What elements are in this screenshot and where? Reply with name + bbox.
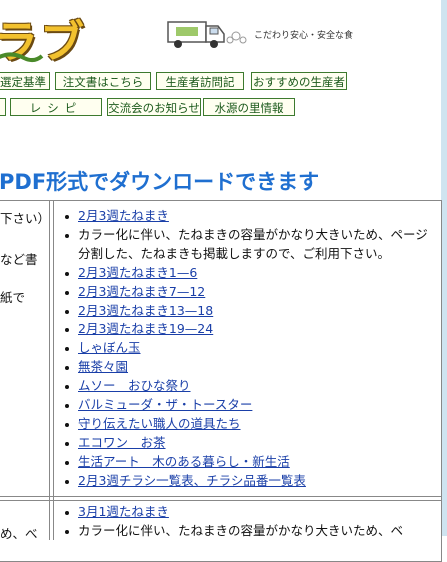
download-link[interactable]: バルミューダ・ザ・トースター	[78, 397, 252, 412]
download-link[interactable]: 3月1週たねまき	[78, 504, 169, 519]
row-divider	[0, 500, 441, 501]
tagline: こだわり安心・安全な食	[254, 31, 354, 41]
list-item: 3月1週たねまき	[60, 503, 440, 522]
download-link[interactable]: ムソー おひな祭り	[78, 378, 191, 393]
download-link[interactable]: しゃぼん玉	[78, 340, 141, 355]
page-heading: PDF形式でダウンロードできます	[0, 170, 320, 194]
left-cell-text: 紙で	[0, 290, 26, 305]
download-link[interactable]: 無茶々園	[78, 359, 128, 374]
download-link[interactable]: エコワン お茶	[78, 435, 166, 450]
truck-icon	[167, 21, 247, 48]
list-item: 2月3週たねまき7—12	[60, 283, 440, 302]
logo-leaf-icon	[0, 52, 44, 63]
download-list: 3月1週たねまき カラー化に伴い、たねまきの容量がかなり大きいため、ベ	[60, 503, 440, 541]
download-list: 2月3週たねまき カラー化に伴い、たねまきの容量がかなり大きいため、ページ分割し…	[60, 207, 440, 491]
note-text: カラー化に伴い、たねまきの容量がかなり大きいため、ページ分割した、たねまきも掲載…	[78, 226, 428, 261]
list-item: 無茶々園	[60, 358, 440, 377]
nav-selection-criteria[interactable]: 選定基準	[0, 72, 50, 90]
nav-recommended-producers[interactable]: おすすめの生産者	[251, 72, 347, 90]
nav-event-news[interactable]: 交流会のお知らせ	[107, 98, 201, 116]
list-item: バルミューダ・ザ・トースター	[60, 396, 440, 415]
download-link[interactable]: 守り伝えたい職人の道具たち	[78, 416, 241, 431]
list-item: 守り伝えたい職人の道具たち	[60, 415, 440, 434]
nav-partial[interactable]	[0, 98, 6, 116]
left-cell-text: など書	[0, 252, 38, 267]
list-item: しゃぼん玉	[60, 339, 440, 358]
download-link[interactable]: 2月3週たねまき	[78, 208, 169, 223]
nav-order-form[interactable]: 注文書はこちら	[55, 72, 151, 90]
left-cell-text: 下さい）	[0, 211, 51, 226]
list-item: 2月3週たねまき19—24	[60, 320, 440, 339]
nav-recipes[interactable]: レシピ	[10, 98, 102, 116]
list-item: 2月3週たねまき	[60, 207, 440, 226]
column-divider	[53, 200, 54, 540]
download-link[interactable]: 生活アート 木のある暮らし・新生活	[78, 454, 290, 469]
list-item: 生活アート 木のある暮らし・新生活	[60, 453, 440, 472]
download-link[interactable]: 2月3週たねまき1—6	[78, 265, 197, 280]
list-item: 2月3週たねまき1—6	[60, 264, 440, 283]
list-item: 2月3週チラシ一覧表、チラシ品番一覧表	[60, 472, 440, 491]
column-divider	[49, 200, 50, 540]
list-item: カラー化に伴い、たねまきの容量がかなり大きいため、ページ分割した、たねまきも掲載…	[60, 226, 440, 264]
list-item: カラー化に伴い、たねまきの容量がかなり大きいため、ベ	[60, 522, 440, 541]
nav-water-source-info[interactable]: 水源の里情報	[203, 98, 295, 116]
left-cell-text: め、べ	[0, 526, 38, 541]
list-item: 2月3週たねまき13—18	[60, 302, 440, 321]
download-link[interactable]: 2月3週たねまき19—24	[78, 321, 213, 336]
list-item: エコワン お茶	[60, 434, 440, 453]
row-divider	[0, 496, 441, 497]
download-link[interactable]: 2月3週たねまき13—18	[78, 303, 213, 318]
download-link[interactable]: 2月3週チラシ一覧表、チラシ品番一覧表	[78, 473, 306, 488]
nav-producer-visits[interactable]: 生産者訪問記	[156, 72, 244, 90]
download-link[interactable]: 2月3週たねまき7—12	[78, 284, 205, 299]
list-item: ムソー おひな祭り	[60, 377, 440, 396]
